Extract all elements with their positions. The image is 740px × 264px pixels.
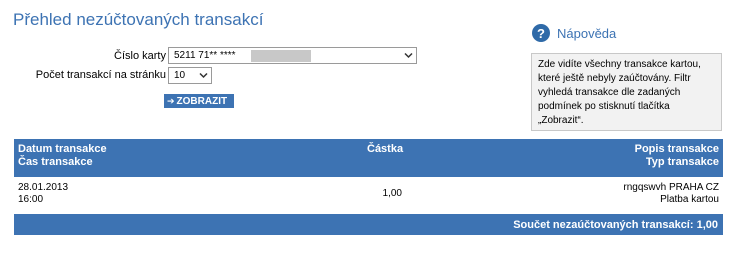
show-button[interactable]: ➔ ZOBRAZIT: [164, 94, 234, 108]
table-header: Datum transakce Čas transakce Částka Pop…: [14, 139, 723, 177]
table-row: 28.01.2013 16:00 1,00 rngqswvh PRAHA CZ …: [14, 177, 723, 214]
page-size-label: Počet transakcí na stránku: [35, 69, 166, 81]
arrow-right-icon: ➔: [167, 95, 175, 106]
header-description: Popis transakce: [634, 143, 719, 155]
card-number-select[interactable]: 5211 71** ****: [168, 47, 417, 64]
header-time: Čas transakce: [18, 156, 93, 168]
row-date: 28.01.2013: [18, 182, 69, 193]
row-description-type: rngqswvh PRAHA CZ Platba kartou: [623, 182, 719, 206]
help-header: ? Nápověda: [532, 24, 616, 42]
page-title: Přehled nezúčtovaných transakcí: [13, 10, 264, 29]
chevron-down-icon: [404, 52, 413, 59]
header-date-time: Datum transakce Čas transakce: [18, 143, 107, 169]
show-button-label: ZOBRAZIT: [176, 95, 228, 107]
chevron-down-icon: [199, 72, 208, 79]
row-amount: 1,00: [382, 188, 402, 199]
card-number-label: Číslo karty: [114, 50, 166, 62]
row-type: Platba kartou: [660, 194, 719, 205]
page-size-select[interactable]: 10: [168, 67, 212, 84]
header-date: Datum transakce: [18, 143, 107, 155]
card-number-value: 5211 71** ****: [174, 50, 236, 61]
header-type: Typ transakce: [645, 156, 719, 168]
page-size-value: 10: [174, 70, 186, 81]
help-text-box: Zde vidíte všechny transakce kartou, kte…: [531, 53, 722, 131]
table-footer-total: Součet nezaúčtovaných transakcí: 1,00: [14, 214, 723, 235]
header-amount: Částka: [367, 143, 404, 155]
row-time: 16:00: [18, 194, 44, 205]
help-title: Nápověda: [557, 25, 617, 41]
masked-card-digits: [251, 50, 311, 62]
row-description: rngqswvh PRAHA CZ: [623, 182, 719, 193]
question-icon: ?: [532, 24, 550, 42]
header-description-type: Popis transakce Typ transakce: [635, 143, 719, 169]
row-date-time: 28.01.2013 16:00: [18, 182, 68, 206]
